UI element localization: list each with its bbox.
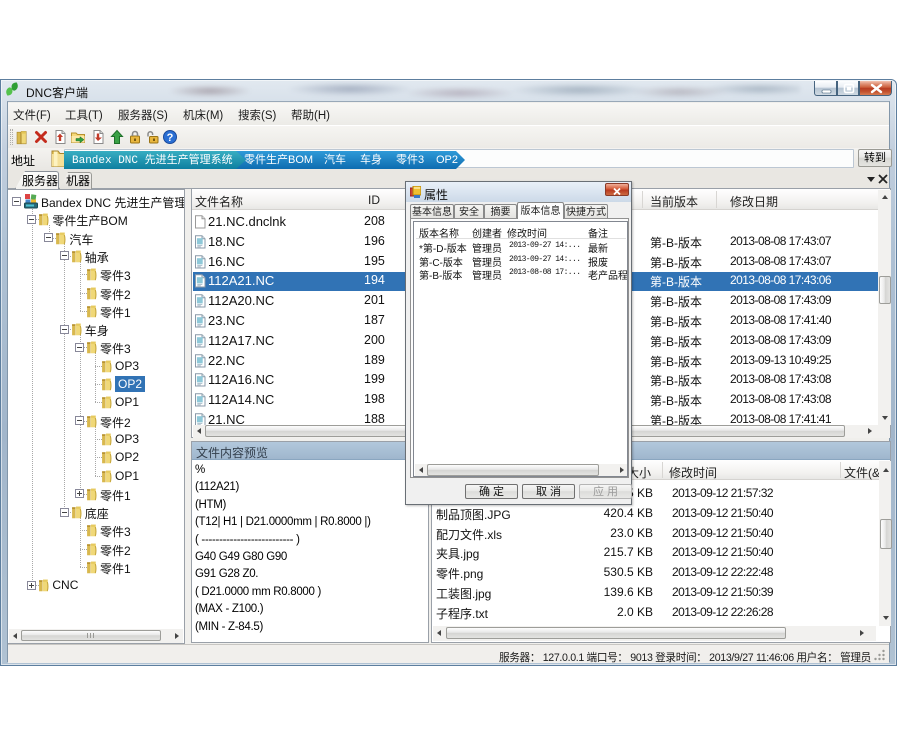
svg-text:?: ? [167,132,174,144]
